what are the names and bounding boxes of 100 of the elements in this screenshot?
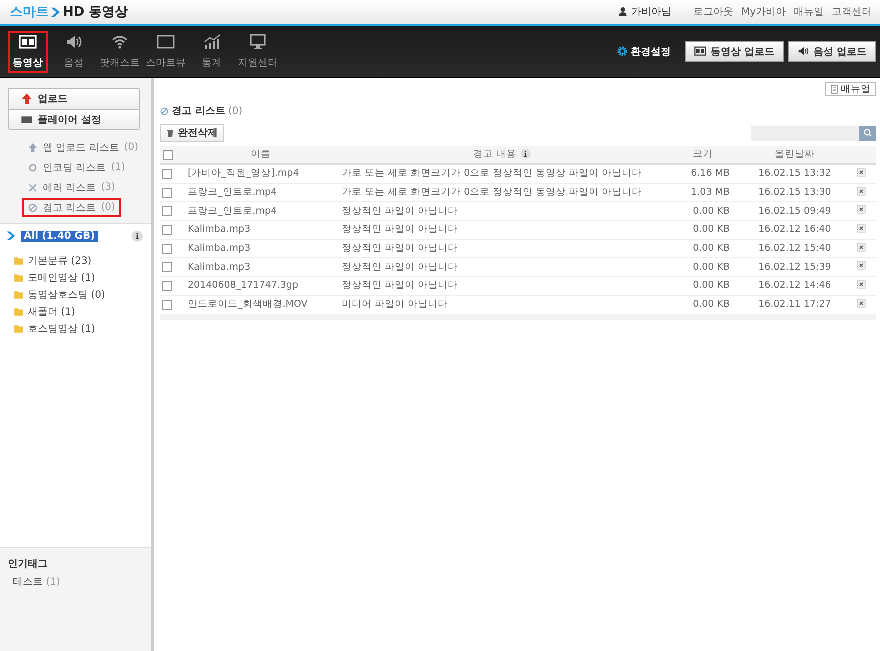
folder-root[interactable]: All (1.40 GB) (21, 230, 98, 242)
header-link[interactable]: My가비아 (741, 7, 786, 18)
sidebar-action[interactable]: 업로드 (9, 89, 139, 109)
settings-link[interactable]: 환경설정 (617, 44, 672, 58)
row-checkbox[interactable] (162, 280, 172, 291)
page-title: 경고 리스트 (172, 105, 226, 118)
logo-text: 스마트 (10, 4, 49, 21)
row-checkbox[interactable] (162, 224, 172, 235)
ring-icon (28, 162, 38, 172)
file-size: 0.00 KB (693, 299, 730, 310)
tag-link[interactable]: 테스트 (1) (13, 575, 60, 589)
cross-icon (28, 182, 38, 192)
wifi-icon (110, 34, 130, 52)
nav-tab[interactable]: 음성 (54, 30, 94, 72)
folder-item[interactable]: 도메인영상 (1) (28, 271, 96, 285)
header-link[interactable]: 고객센터 (832, 7, 872, 18)
up-arrow-icon (21, 93, 33, 105)
warning-text: 가로 또는 세로 화면크기가 0으로 정상적인 동영상 파일이 아닙니다 (342, 187, 642, 198)
delete-icon (856, 186, 866, 196)
warning-text: 정상적인 파일이 아닙니다 (342, 206, 458, 217)
upload-date: 16.02.12 15:39 (758, 262, 832, 273)
film-icon (694, 46, 708, 58)
nav-tab[interactable]: 통계 (192, 30, 232, 72)
column-header: 올린날짜 (775, 149, 815, 160)
settings-icon (617, 46, 628, 57)
delete-button[interactable]: 완전삭제 (160, 124, 224, 142)
row-checkbox[interactable] (162, 188, 172, 198)
file-name: 20140608_171747.3gp (188, 280, 298, 292)
select-all-checkbox[interactable] (163, 150, 173, 160)
file-name: Kalimba.mp3 (188, 224, 251, 236)
user-name: 가비아님 (631, 6, 672, 19)
upload-date: 16.02.12 16:40 (758, 224, 832, 236)
file-name: 안드로이드_회색배경.MOV (188, 299, 308, 310)
delete-icon (856, 205, 866, 214)
column-header: 크기 (693, 149, 713, 160)
file-size: 1.03 MB (691, 187, 730, 198)
logo-arrow-icon (6, 230, 17, 242)
warning-text: 정상적인 파일이 아닙니다 (342, 243, 458, 254)
trash-icon (166, 128, 175, 138)
row-checkbox[interactable] (162, 168, 172, 179)
file-size: 6.16 MB (691, 168, 730, 180)
warning-text: 정상적인 파일이 아닙니다 (342, 224, 458, 236)
folder-item[interactable]: 동영상호스팅 (0) (28, 288, 106, 302)
nav-tab[interactable]: 동영상 (8, 30, 48, 72)
column-header: 이름 (251, 149, 271, 160)
nav-tab[interactable]: 지원센터 (238, 30, 278, 72)
row-checkbox[interactable] (162, 244, 172, 254)
list-item[interactable]: 인코딩 리스트 (1) (22, 158, 132, 177)
list-item[interactable]: 경고 리스트 (0) (22, 198, 122, 217)
file-name: Kalimba.mp3 (188, 262, 251, 273)
search-icon (862, 128, 872, 138)
up-arrow-icon (28, 142, 38, 152)
column-header: 경고 내용 (473, 149, 517, 160)
sidebar-action[interactable]: 플레이어 설정 (9, 109, 139, 129)
info-icon: i (132, 230, 143, 242)
folder-item[interactable]: 호스팅영상 (1) (28, 322, 96, 336)
speaker-icon (796, 46, 810, 58)
upload-date: 16.02.15 13:30 (758, 187, 832, 198)
logo-arrow-icon (50, 6, 62, 18)
upload-date: 16.02.12 15:40 (758, 243, 832, 254)
user-icon (618, 7, 628, 17)
row-checkbox[interactable] (162, 300, 172, 310)
upload-button[interactable]: 음성 업로드 (788, 41, 876, 62)
folder-item[interactable]: 새폴더 (1) (28, 305, 76, 319)
screen-icon (156, 34, 176, 52)
header-link[interactable]: 로그아웃 (693, 7, 734, 18)
chart-icon (202, 34, 222, 52)
warning-text: 정상적인 파일이 아닙니다 (342, 280, 458, 292)
ban-icon (160, 106, 169, 116)
app-title: HD 동영상 (63, 4, 128, 21)
upload-date: 16.02.15 13:32 (758, 168, 832, 180)
folder-item[interactable]: 기본분류 (23) (28, 254, 92, 268)
delete-icon (856, 298, 866, 308)
ban-icon (28, 202, 38, 212)
search-button[interactable] (859, 126, 876, 140)
warning-text: 미디어 파일이 아닙니다 (342, 299, 448, 310)
section-title: 인기태그 (8, 558, 49, 571)
delete-icon (856, 242, 866, 252)
header-link[interactable]: 매뉴얼 (794, 7, 824, 18)
bar-icon (21, 114, 33, 126)
film-icon (18, 34, 38, 52)
file-size: 0.00 KB (693, 224, 730, 236)
list-item[interactable]: 웹 업로드 리스트 (0) (22, 138, 145, 157)
file-size: 0.00 KB (693, 206, 730, 217)
upload-date: 16.02.15 09:49 (758, 206, 832, 217)
file-name: [가비아_직원_영상].mp4 (188, 168, 300, 180)
upload-button[interactable]: 동영상 업로드 (685, 41, 784, 62)
file-size: 0.00 KB (693, 243, 730, 254)
delete-icon (856, 261, 866, 270)
upload-date: 16.02.11 17:27 (758, 299, 832, 310)
manual-button[interactable]: 매뉴얼 (825, 82, 876, 96)
nav-tab[interactable]: 스마트뷰 (146, 30, 186, 72)
list-item[interactable]: 에러 리스트 (3) (22, 178, 122, 197)
row-checkbox[interactable] (162, 206, 172, 216)
file-name: 프랑크_인트로.mp4 (188, 187, 278, 198)
search-field[interactable] (751, 126, 859, 140)
row-checkbox[interactable] (162, 262, 172, 272)
file-size: 0.00 KB (693, 280, 730, 292)
item-count: (0) (228, 106, 243, 116)
nav-tab[interactable]: 팟캐스트 (100, 30, 140, 72)
